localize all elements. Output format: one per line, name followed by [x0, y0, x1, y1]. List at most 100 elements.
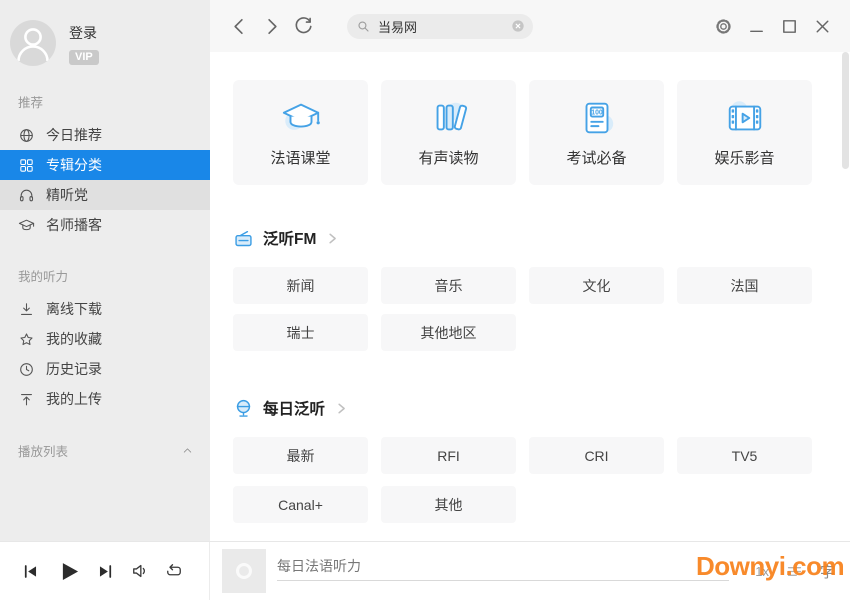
play-button[interactable] [55, 558, 82, 585]
next-track-button[interactable] [96, 562, 115, 581]
sidebar-item-label: 离线下载 [46, 299, 102, 319]
tag-button-canal-plus[interactable]: Canal+ [233, 486, 368, 523]
topbar [210, 0, 850, 52]
progress-bar[interactable] [277, 580, 729, 581]
track-thumbnail[interactable] [222, 549, 266, 593]
playback-speed-button[interactable]: 1x [755, 564, 769, 579]
tag-button-switzerland[interactable]: 瑞士 [233, 314, 368, 351]
settings-button[interactable] [711, 14, 735, 38]
forward-button[interactable] [260, 15, 283, 38]
minimize-icon [746, 16, 767, 37]
close-button[interactable] [810, 14, 834, 38]
sidebar: 登录 VIP 推荐 今日推荐 专辑分类 精听党 [0, 0, 210, 541]
repeat-icon [164, 561, 184, 581]
tag-button-tv5[interactable]: TV5 [677, 437, 812, 474]
desk-globe-icon [233, 398, 254, 419]
previous-icon [21, 562, 40, 581]
next-icon [96, 562, 115, 581]
previous-track-button[interactable] [21, 562, 40, 581]
search-input[interactable] [376, 18, 510, 35]
card-audiobooks[interactable]: 有声读物 [381, 80, 516, 185]
daily-tag-buttons: 最新 RFI CRI TV5 Canal+ 其他 [233, 437, 812, 523]
tag-button-rfi[interactable]: RFI [381, 437, 516, 474]
star-icon [18, 331, 35, 348]
close-icon [812, 16, 833, 37]
playlist-header: 播放列表 [18, 441, 194, 460]
sidebar-item-history[interactable]: 历史记录 [0, 354, 210, 384]
exam-score-100-icon: 100 [570, 97, 624, 139]
chevron-right-icon [335, 402, 348, 415]
books-icon [422, 97, 476, 139]
section-title: 每日泛听 [263, 397, 325, 419]
headphones-icon [18, 187, 35, 204]
vip-badge[interactable]: VIP [69, 50, 99, 65]
person-icon [10, 20, 56, 66]
main-content: 法语课堂 有声读物 100 [210, 52, 850, 541]
tag-button-france[interactable]: 法国 [677, 267, 812, 304]
scrollbar-thumb[interactable] [842, 52, 849, 169]
tag-button-latest[interactable]: 最新 [233, 437, 368, 474]
chevron-right-icon [260, 15, 283, 38]
user-panel: 登录 VIP [0, 0, 210, 66]
sidebar-item-offline-download[interactable]: 离线下载 [0, 294, 210, 324]
clock-icon [18, 361, 35, 378]
card-label: 有声读物 [418, 147, 478, 168]
globe-icon [18, 127, 35, 144]
sidebar-item-today-recommend[interactable]: 今日推荐 [0, 120, 210, 150]
tag-button-news[interactable]: 新闻 [233, 267, 368, 304]
tag-button-other-regions[interactable]: 其他地区 [381, 314, 516, 351]
maximize-button[interactable] [777, 14, 801, 38]
window-controls [711, 14, 834, 38]
fm-tag-buttons: 新闻 音乐 文化 法国 瑞士 其他地区 [233, 267, 812, 351]
card-label: 娱乐影音 [714, 147, 774, 168]
gear-icon [713, 16, 734, 37]
category-cards: 法语课堂 有声读物 100 [233, 80, 812, 185]
login-button[interactable]: 登录 [69, 23, 99, 43]
lyrics-button[interactable] [786, 563, 803, 580]
card-french-class[interactable]: 法语课堂 [233, 80, 368, 185]
search-box[interactable] [347, 14, 533, 39]
card-label: 考试必备 [566, 147, 626, 168]
tag-button-other[interactable]: 其他 [381, 486, 516, 523]
chevron-up-icon[interactable] [181, 444, 194, 457]
section-more-button[interactable] [335, 402, 348, 415]
chevron-right-icon [326, 232, 339, 245]
search-icon [356, 19, 371, 34]
transport-controls [0, 542, 210, 600]
avatar[interactable] [10, 20, 56, 66]
tag-button-cri[interactable]: CRI [529, 437, 664, 474]
card-label: 法语课堂 [270, 147, 330, 168]
graduation-cap-icon [18, 217, 35, 234]
player-bar: 每日法语听力 1x 字 [0, 541, 850, 600]
sidebar-item-intensive-listening[interactable]: 精听党 [0, 180, 210, 210]
sidebar-item-favorites[interactable]: 我的收藏 [0, 324, 210, 354]
sidebar-group-my-listening: 我的听力 [18, 266, 210, 285]
radio-icon [233, 228, 254, 249]
minimize-button[interactable] [744, 14, 768, 38]
clear-search-icon[interactable] [510, 18, 526, 34]
volume-button[interactable] [130, 561, 150, 581]
lines-icon [786, 563, 803, 580]
subtitle-button[interactable]: 字 [820, 561, 835, 582]
sidebar-item-teacher-podcast[interactable]: 名师播客 [0, 210, 210, 240]
tag-button-music[interactable]: 音乐 [381, 267, 516, 304]
play-icon [55, 558, 82, 585]
chevron-left-icon [228, 15, 251, 38]
repeat-button[interactable] [164, 561, 184, 581]
sidebar-item-label: 精听党 [46, 185, 88, 205]
sidebar-item-label: 名师播客 [46, 215, 102, 235]
refresh-button[interactable] [292, 15, 315, 38]
section-fm-header: 泛听FM [233, 227, 812, 249]
track-title: 每日法语听力 [277, 556, 361, 576]
svg-text:100: 100 [591, 110, 603, 117]
sidebar-item-my-uploads[interactable]: 我的上传 [0, 384, 210, 414]
sidebar-item-album-categories[interactable]: 专辑分类 [0, 150, 210, 180]
card-entertainment-media[interactable]: 娱乐影音 [677, 80, 812, 185]
tag-button-culture[interactable]: 文化 [529, 267, 664, 304]
card-exam-essentials[interactable]: 100 考试必备 [529, 80, 664, 185]
graduation-cap-icon [274, 97, 328, 139]
back-button[interactable] [228, 15, 251, 38]
app-window: 登录 VIP 推荐 今日推荐 专辑分类 精听党 [0, 0, 850, 600]
sidebar-item-label: 专辑分类 [46, 155, 102, 175]
section-more-button[interactable] [326, 232, 339, 245]
